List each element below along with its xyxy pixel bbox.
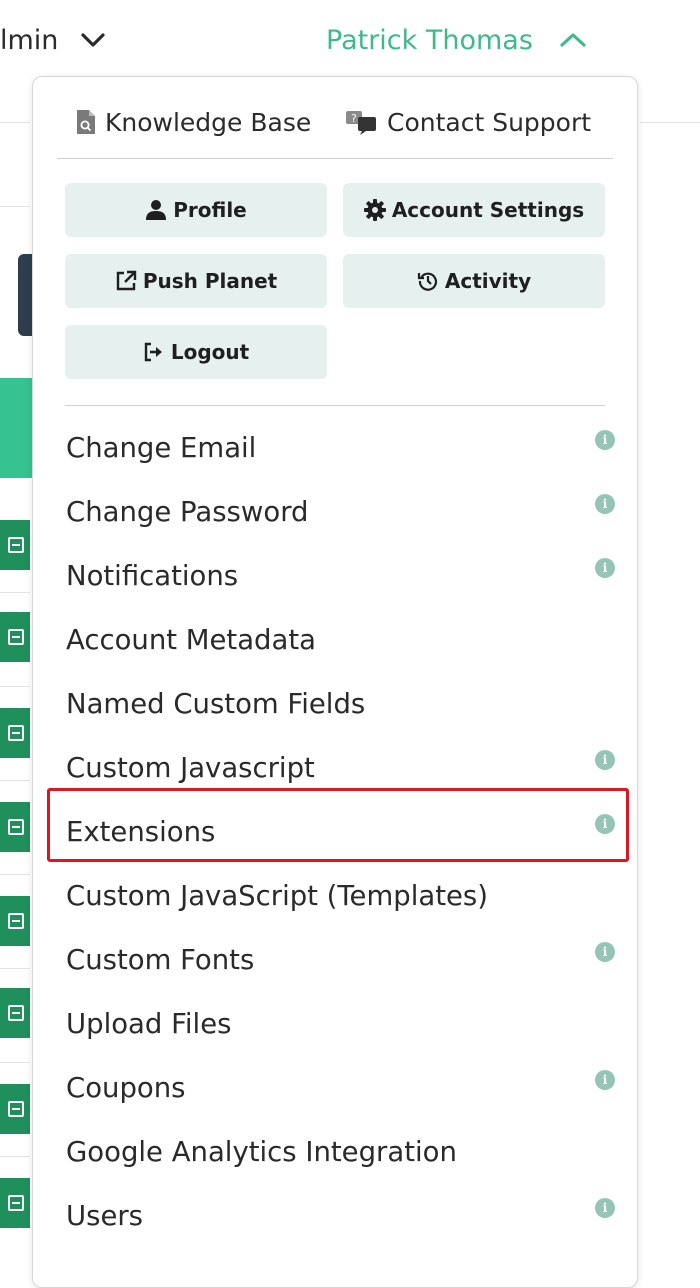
divider [0, 780, 30, 781]
contact-support-link[interactable]: ? Contact Support [345, 105, 591, 139]
push-planet-label: Push Planet [142, 269, 278, 293]
row-action-icon[interactable] [0, 896, 30, 946]
info-icon[interactable]: i [595, 750, 615, 770]
activity-label: Activity [444, 269, 532, 293]
menu-item-label: Custom Fonts [66, 944, 255, 976]
profile-label: Profile [173, 198, 247, 222]
account-settings-label: Account Settings [391, 198, 585, 222]
user-name: Patrick Thomas [326, 24, 533, 56]
background-button [18, 254, 32, 336]
menu-item-change-password[interactable]: Change Password i [33, 480, 637, 544]
svg-text:?: ? [351, 112, 357, 125]
admin-menu-toggle[interactable]: lmin [0, 18, 106, 62]
menu-item-label: Account Metadata [66, 624, 316, 656]
user-icon [145, 199, 167, 221]
account-settings-button[interactable]: Account Settings [343, 183, 605, 237]
user-dropdown-menu: Knowledge Base ? Contact Support Profile [32, 76, 638, 1288]
divider [0, 122, 30, 123]
logout-button[interactable]: Logout [65, 325, 327, 379]
menu-item-label: Named Custom Fields [66, 688, 366, 720]
menu-item-label: Google Analytics Integration [66, 1136, 457, 1168]
row-action-icon[interactable] [0, 1178, 30, 1228]
knowledge-base-link[interactable]: Knowledge Base [75, 105, 311, 139]
logout-icon [143, 341, 165, 363]
info-icon[interactable]: i [595, 1198, 615, 1218]
background-banner [0, 378, 32, 478]
menu-item-label: Custom JavaScript (Templates) [66, 880, 488, 912]
menu-item-label: Upload Files [66, 1008, 232, 1040]
background-page-edge [0, 0, 34, 1267]
row-action-icon[interactable] [0, 612, 30, 662]
profile-button[interactable]: Profile [65, 183, 327, 237]
contact-support-label: Contact Support [387, 107, 592, 137]
info-icon[interactable]: i [595, 814, 615, 834]
menu-item-label: Users [66, 1200, 144, 1232]
menu-item-change-email[interactable]: Change Email i [33, 416, 637, 480]
menu-item-label: Extensions [66, 816, 216, 848]
menu-item-named-custom-fields[interactable]: Named Custom Fields [33, 672, 637, 736]
menu-item-extensions[interactable]: Extensions i [33, 800, 637, 864]
divider [0, 968, 30, 969]
help-links: Knowledge Base ? Contact Support [33, 77, 637, 159]
divider [0, 592, 30, 593]
activity-button[interactable]: Activity [343, 254, 605, 308]
menu-item-upload-files[interactable]: Upload Files [33, 992, 637, 1056]
divider [0, 874, 30, 875]
menu-item-custom-javascript[interactable]: Custom Javascript i [33, 736, 637, 800]
push-planet-button[interactable]: Push Planet [65, 254, 327, 308]
document-search-icon [75, 109, 97, 135]
menu-item-label: Custom Javascript [66, 752, 315, 784]
info-icon[interactable]: i [595, 558, 615, 578]
row-action-icon[interactable] [0, 1084, 30, 1134]
divider [0, 206, 30, 207]
menu-item-custom-javascript-templates[interactable]: Custom JavaScript (Templates) [33, 864, 637, 928]
divider [0, 686, 30, 687]
history-icon [417, 270, 439, 292]
info-icon[interactable]: i [595, 942, 615, 962]
divider [640, 122, 700, 123]
menu-item-google-analytics-integration[interactable]: Google Analytics Integration [33, 1120, 637, 1184]
top-bar: lmin Patrick Thomas [0, 0, 700, 80]
knowledge-base-label: Knowledge Base [105, 107, 312, 137]
divider [65, 405, 605, 406]
menu-item-label: Coupons [66, 1072, 186, 1104]
menu-item-coupons[interactable]: Coupons i [33, 1056, 637, 1120]
divider [0, 1062, 30, 1063]
menu-item-users[interactable]: Users i [33, 1184, 637, 1248]
user-menu-toggle[interactable]: Patrick Thomas [326, 18, 587, 62]
support-chat-icon: ? [345, 109, 379, 135]
menu-item-notifications[interactable]: Notifications i [33, 544, 637, 608]
chevron-up-icon [559, 32, 587, 48]
row-action-icon[interactable] [0, 988, 30, 1038]
info-icon[interactable]: i [595, 494, 615, 514]
divider [0, 1156, 30, 1157]
chevron-down-icon [80, 32, 106, 48]
gear-icon [363, 199, 386, 221]
admin-menu-label: lmin [0, 24, 59, 56]
menu-item-label: Change Email [66, 432, 257, 464]
menu-item-label: Notifications [66, 560, 239, 592]
divider [57, 158, 613, 159]
menu-item-custom-fonts[interactable]: Custom Fonts i [33, 928, 637, 992]
menu-item-account-metadata[interactable]: Account Metadata [33, 608, 637, 672]
external-link-icon [115, 270, 137, 292]
row-action-icon[interactable] [0, 520, 30, 570]
info-icon[interactable]: i [595, 1070, 615, 1090]
menu-item-label: Change Password [66, 496, 309, 528]
row-action-icon[interactable] [0, 802, 30, 852]
logout-label: Logout [170, 340, 250, 364]
row-action-icon[interactable] [0, 708, 30, 758]
info-icon[interactable]: i [595, 430, 615, 450]
